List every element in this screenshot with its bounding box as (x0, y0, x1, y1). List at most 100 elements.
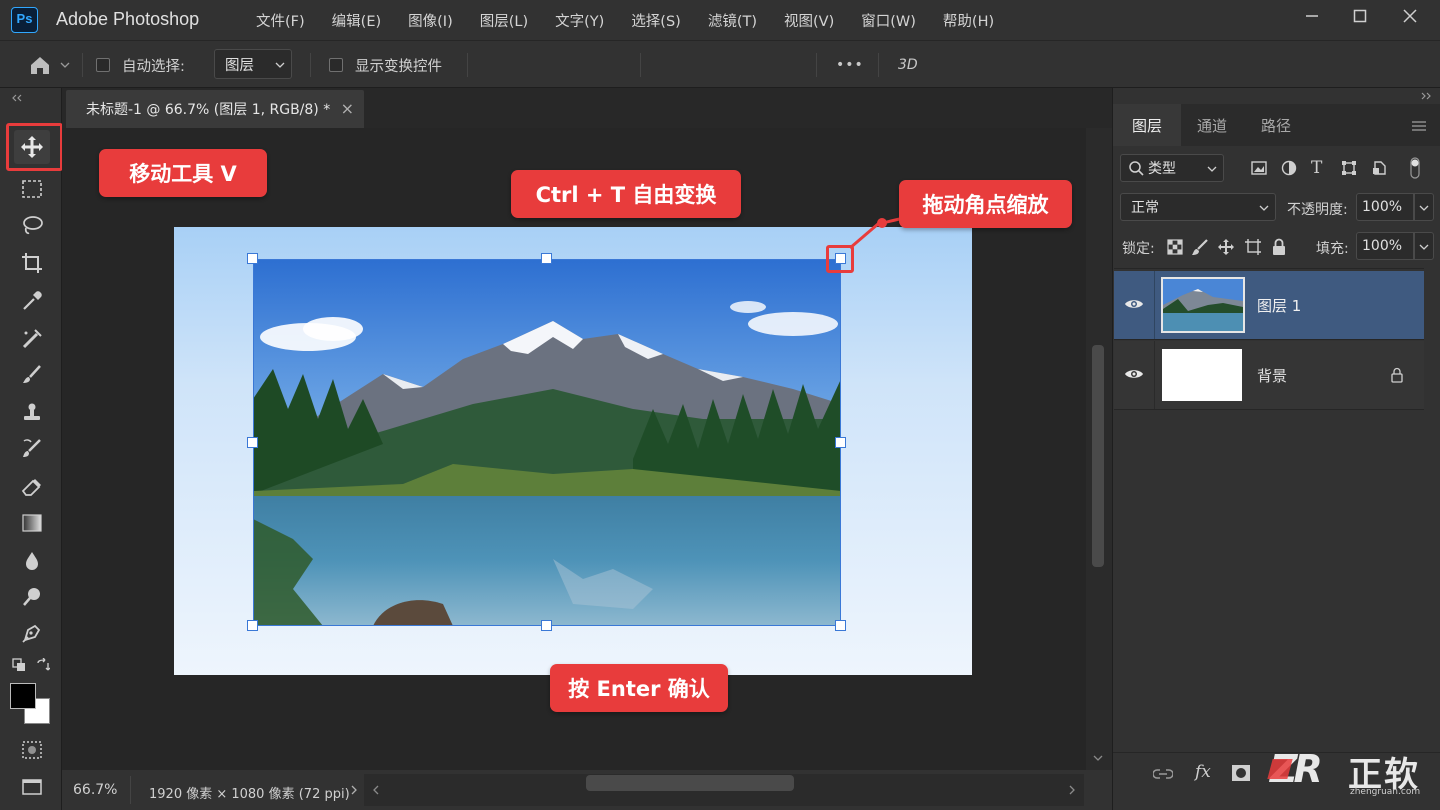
menu-view[interactable]: 视图(V) (784, 10, 834, 31)
link-layers-icon[interactable] (1153, 768, 1173, 780)
auto-select-checkbox-wrap[interactable]: 自动选择: (96, 41, 185, 89)
lock-transparent-icon[interactable] (1167, 239, 1183, 255)
maximize-button[interactable] (1340, 0, 1380, 32)
tab-channels[interactable]: 通道 (1181, 104, 1243, 146)
default-colors-icon[interactable] (12, 658, 26, 672)
document-info: 1920 像素 × 1080 像素 (72 ppi) (149, 787, 350, 802)
lock-all-icon[interactable] (1271, 238, 1287, 256)
crop-tool[interactable] (14, 246, 50, 280)
lock-icon[interactable] (1390, 367, 1404, 383)
vertical-scroll-thumb[interactable] (1092, 345, 1104, 567)
healing-brush-tool[interactable] (14, 322, 50, 356)
menu-help[interactable]: 帮助(H) (943, 10, 994, 31)
horizontal-scroll-thumb[interactable] (586, 775, 794, 791)
foreground-color-swatch[interactable] (10, 683, 36, 709)
transform-handle-right[interactable] (835, 437, 846, 448)
tab-layers[interactable]: 图层 (1113, 104, 1181, 146)
filter-toggle-icon[interactable] (1409, 156, 1421, 180)
eye-icon[interactable] (1124, 367, 1144, 381)
lasso-tool[interactable] (14, 208, 50, 242)
menu-filter[interactable]: 滤镜(T) (708, 10, 757, 31)
brush-tool[interactable] (14, 358, 50, 392)
marquee-tool[interactable] (14, 172, 50, 206)
transform-handle-bottom-right[interactable] (835, 620, 846, 631)
lock-pixels-icon[interactable] (1191, 238, 1209, 256)
menu-image[interactable]: 图像(I) (408, 10, 453, 31)
document-tab[interactable]: 未标题-1 @ 66.7% (图层 1, RGB/8) * × (66, 90, 364, 128)
transform-handle-left[interactable] (247, 437, 258, 448)
transform-handle-bottom[interactable] (541, 620, 552, 631)
home-button[interactable] (28, 41, 70, 89)
history-brush-icon (23, 439, 41, 457)
stamp-tool[interactable] (14, 396, 50, 430)
filter-type-icon[interactable]: T (1311, 158, 1322, 178)
eye-icon[interactable] (1124, 297, 1144, 311)
history-brush-tool[interactable] (14, 432, 50, 466)
add-mask-icon[interactable] (1231, 764, 1251, 782)
healing-brush-icon (22, 329, 42, 349)
search-icon (1129, 161, 1144, 176)
scroll-right-icon[interactable] (1068, 785, 1076, 795)
chevron-right-icon[interactable] (350, 785, 358, 795)
menu-file[interactable]: 文件(F) (256, 10, 305, 31)
collapse-arrows-icon[interactable] (10, 94, 24, 102)
layer-name[interactable]: 图层 1 (1257, 295, 1301, 316)
divider (310, 53, 311, 77)
layer-name[interactable]: 背景 (1257, 365, 1287, 386)
menu-type[interactable]: 文字(Y) (555, 10, 604, 31)
chevron-down-icon (275, 62, 285, 68)
screen-mode-icon[interactable] (21, 776, 43, 796)
transform-handle-bottom-left[interactable] (247, 620, 258, 631)
3d-mode-label[interactable]: 3D (898, 41, 918, 89)
layer-row-layer-1[interactable]: 图层 1 (1114, 271, 1424, 339)
quick-mask-icon[interactable] (21, 740, 43, 760)
watermark-url: zhengruan.com (1350, 787, 1421, 797)
minimize-button[interactable] (1292, 0, 1332, 32)
more-options-button[interactable]: ••• (836, 41, 864, 89)
collapse-arrows-icon[interactable] (1421, 92, 1433, 100)
watermark: ZR 正软 zhengruan.com (1267, 745, 1438, 805)
transform-handle-top[interactable] (541, 253, 552, 264)
menu-edit[interactable]: 编辑(E) (332, 10, 381, 31)
scroll-down-icon[interactable] (1093, 754, 1103, 762)
panel-menu-icon[interactable] (1411, 120, 1427, 132)
fill-input[interactable]: 100% (1356, 232, 1414, 260)
scroll-left-icon[interactable] (372, 785, 380, 795)
close-window-button[interactable] (1390, 0, 1430, 32)
show-transform-checkbox[interactable] (329, 58, 343, 72)
opacity-input[interactable]: 100% (1356, 193, 1414, 221)
close-tab-icon[interactable]: × (341, 99, 354, 118)
auto-select-dropdown[interactable]: 图层 (214, 49, 292, 79)
layer-filter-dropdown[interactable]: 类型 (1120, 154, 1224, 182)
transform-handle-top-left[interactable] (247, 253, 258, 264)
show-transform-checkbox-wrap[interactable]: 显示变换控件 (329, 41, 442, 89)
lock-position-icon[interactable] (1217, 238, 1235, 256)
opacity-dropdown[interactable] (1414, 193, 1434, 221)
gradient-tool[interactable] (14, 506, 50, 540)
divider (1154, 271, 1155, 339)
menu-layer[interactable]: 图层(L) (480, 10, 528, 31)
menu-window[interactable]: 窗口(W) (861, 10, 916, 31)
filter-pixel-icon[interactable] (1251, 160, 1267, 176)
lasso-icon (23, 216, 43, 235)
filter-adjustment-icon[interactable] (1281, 160, 1297, 176)
blend-mode-dropdown[interactable]: 正常 (1120, 193, 1276, 221)
layer-row-background[interactable]: 背景 (1114, 341, 1424, 409)
eyedropper-tool[interactable] (14, 284, 50, 318)
auto-select-checkbox[interactable] (96, 58, 110, 72)
dodge-tool[interactable] (14, 580, 50, 614)
filter-shape-icon[interactable] (1341, 160, 1357, 176)
lock-artboard-icon[interactable] (1244, 238, 1262, 256)
fill-dropdown[interactable] (1414, 232, 1434, 260)
swap-colors-icon[interactable] (36, 658, 50, 672)
layer-effects-icon[interactable]: fx (1195, 762, 1211, 782)
tab-paths[interactable]: 路径 (1245, 104, 1307, 146)
blur-tool[interactable] (14, 544, 50, 578)
pen-tool[interactable] (14, 616, 50, 650)
transform-bounding-box[interactable] (253, 259, 841, 626)
menu-select[interactable]: 选择(S) (631, 10, 681, 31)
filter-smart-object-icon[interactable] (1371, 160, 1387, 176)
zoom-level[interactable]: 66.7% (73, 782, 117, 798)
document-tab-title: 未标题-1 @ 66.7% (图层 1, RGB/8) * (86, 102, 331, 118)
eraser-tool[interactable] (14, 470, 50, 504)
